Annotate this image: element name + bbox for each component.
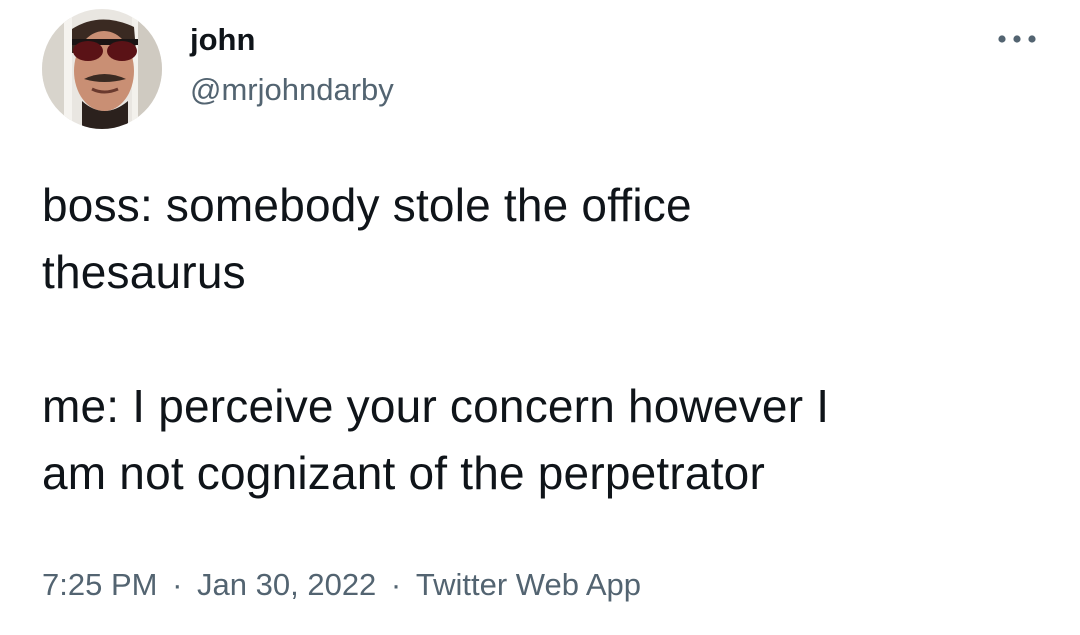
- profile-avatar-icon: [42, 9, 162, 129]
- tweet-date[interactable]: Jan 30, 2022: [197, 563, 376, 607]
- tweet-text: boss: somebody stole the office thesauru…: [42, 179, 830, 499]
- more-options-button[interactable]: [994, 24, 1040, 54]
- tweet-time[interactable]: 7:25 PM: [42, 563, 157, 607]
- tweet-card: john @mrjohndarby boss: somebody stole t…: [0, 0, 1080, 635]
- more-horizontal-icon: [998, 35, 1036, 43]
- author-handle[interactable]: @mrjohndarby: [190, 70, 394, 110]
- meta-separator: ·: [172, 567, 183, 602]
- avatar[interactable]: [42, 9, 162, 129]
- tweet-meta: 7:25 PM · Jan 30, 2022 · Twitter Web App: [42, 563, 641, 607]
- meta-separator: ·: [390, 567, 402, 602]
- tweet-source[interactable]: Twitter Web App: [416, 563, 641, 607]
- author-display-name[interactable]: john: [190, 20, 255, 60]
